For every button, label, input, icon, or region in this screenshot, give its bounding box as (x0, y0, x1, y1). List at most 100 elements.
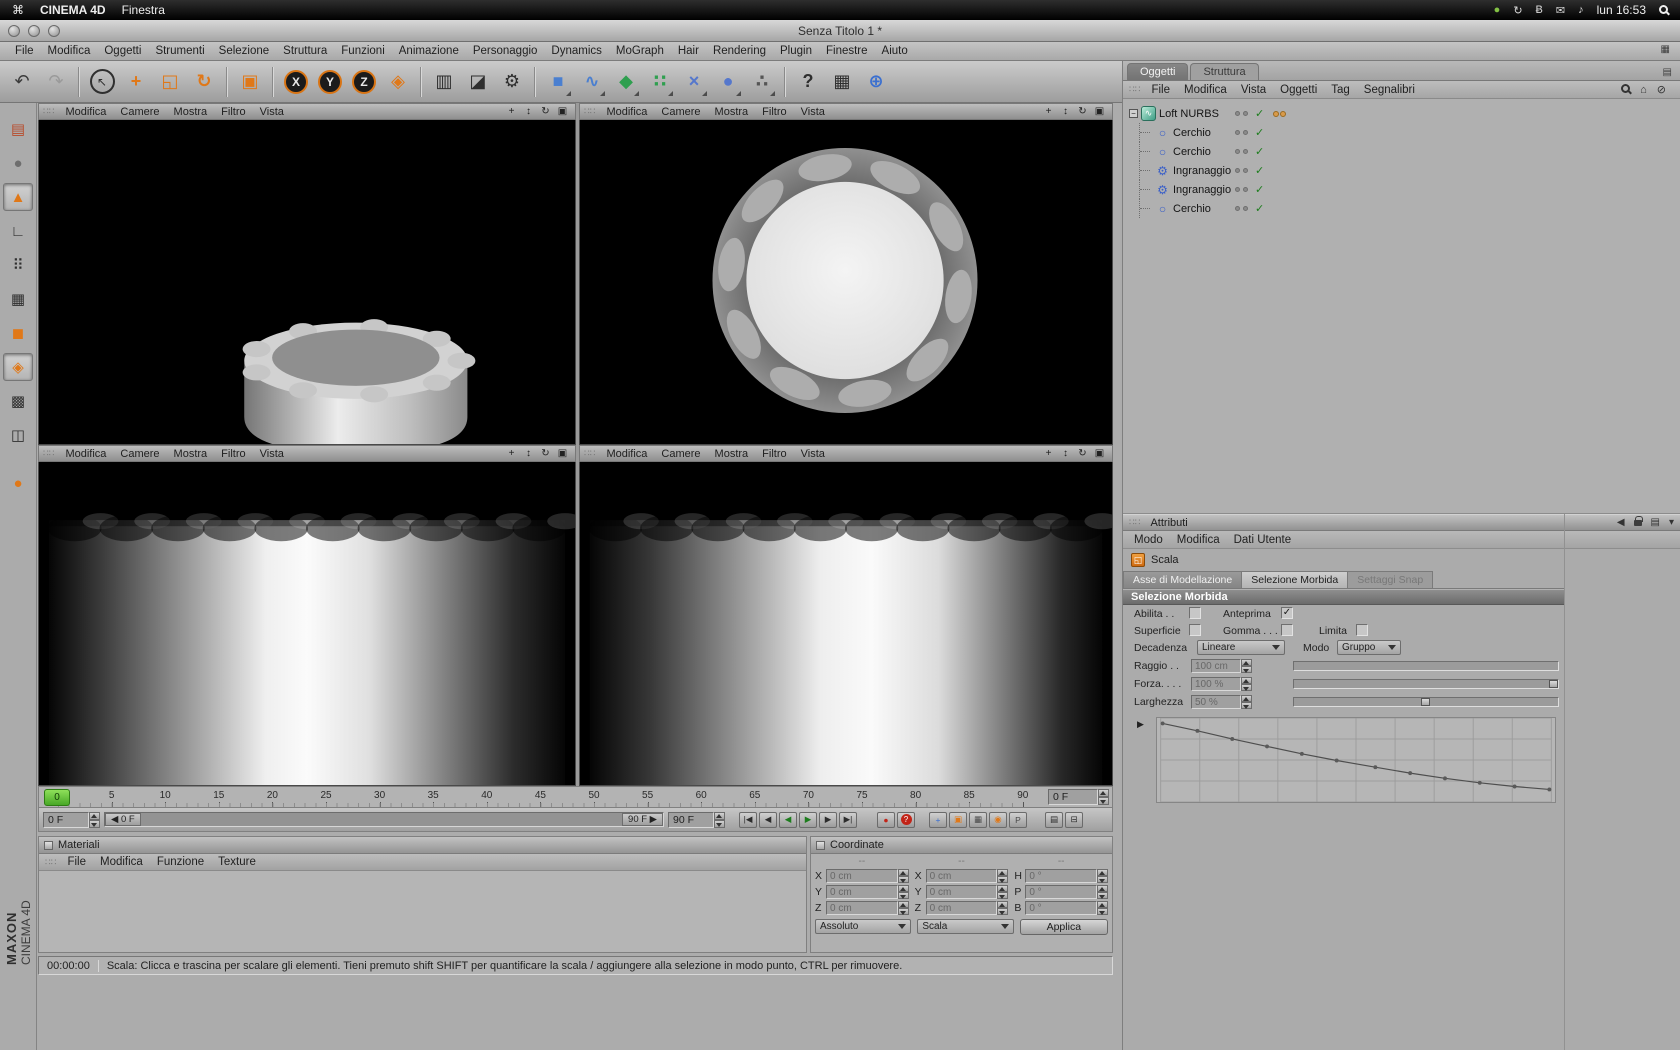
coord-mode-dropdown[interactable]: Assoluto (815, 919, 912, 934)
coord-field-2-b[interactable]: 0 ° (1025, 901, 1109, 915)
texture-axis-button[interactable]: ▩ (3, 387, 33, 415)
visibility-dots[interactable] (1235, 206, 1248, 211)
vp4-pan-view-icon[interactable]: + (1040, 448, 1057, 459)
tree-row-loft-nurbs-0[interactable]: − ∿ Loft NURBS ✓ (1123, 104, 1680, 123)
layout-toggle-icon[interactable]: ▦ (1661, 44, 1676, 55)
tool-tab-asse-di-modellazione[interactable]: Asse di Modellazione (1123, 571, 1243, 589)
appmenu-hair[interactable]: Hair (671, 44, 706, 58)
home-icon[interactable]: ⌂ (1640, 84, 1647, 96)
vp3-rotate-view-icon[interactable]: ↻ (537, 448, 554, 459)
vp2-maximize-view-icon[interactable]: ▣ (1091, 106, 1108, 117)
tree-row-cerchio-1[interactable]: ○ Cerchio ✓ (1123, 123, 1680, 142)
vp3-menu-mostra[interactable]: Mostra (167, 448, 215, 460)
appmenu-finestre[interactable]: Finestre (819, 44, 875, 58)
coord-field-1-y[interactable]: 0 cm (925, 885, 1009, 899)
forza-slider[interactable] (1293, 679, 1559, 689)
last-tool-button[interactable]: ▣ (234, 65, 266, 99)
visibility-dots[interactable] (1235, 111, 1248, 116)
current-frame-field[interactable]: 0 F (1048, 789, 1109, 805)
vp2-zoom-view-icon[interactable]: ↕ (1057, 106, 1074, 117)
vp1-menu-mostra[interactable]: Mostra (167, 106, 215, 118)
vp1-menu-camere[interactable]: Camere (113, 106, 166, 118)
tool-tab-selezione-morbida[interactable]: Selezione Morbida (1242, 571, 1349, 589)
next-key-button[interactable]: ▶ (819, 811, 837, 828)
appmenu-dynamics[interactable]: Dynamics (544, 44, 608, 58)
range-start-handle[interactable]: ◀ 0 F (105, 813, 141, 826)
slider-handle[interactable] (1549, 680, 1558, 688)
timeline-options-button[interactable]: ⊟ (1065, 811, 1083, 828)
vp2-menu-mostra[interactable]: Mostra (708, 106, 756, 118)
larghezza-slider[interactable] (1293, 697, 1559, 707)
vp1-pan-view-icon[interactable]: + (503, 106, 520, 117)
timeline-ruler[interactable]: 051015202530354045505560657075808590 0 0… (38, 786, 1113, 808)
vp2-menu-camere[interactable]: Camere (654, 106, 707, 118)
larghezza-field[interactable]: 50 % (1191, 695, 1252, 709)
appmenu-mograph[interactable]: MoGraph (609, 44, 671, 58)
materials-panel-icon[interactable] (44, 840, 53, 850)
vp2-menu-vista[interactable]: Vista (794, 106, 832, 118)
viewport-drag-handle[interactable] (584, 106, 595, 117)
prev-key-button[interactable]: ◀ (759, 811, 777, 828)
enable-check-icon[interactable]: ✓ (1255, 145, 1264, 158)
object-label[interactable]: Ingranaggio (1173, 184, 1231, 196)
record-position-toggle[interactable]: + (929, 811, 947, 828)
vp4-maximize-view-icon[interactable]: ▣ (1091, 448, 1108, 459)
viewport-drag-handle[interactable] (43, 448, 54, 459)
vp4-menu-filtro[interactable]: Filtro (755, 448, 793, 460)
om-menu-segnalibri[interactable]: Segnalibri (1357, 83, 1422, 97)
visibility-dots[interactable] (1235, 187, 1248, 192)
mail-icon[interactable]: ✉ (1556, 4, 1565, 17)
om-tab-oggetti[interactable]: Oggetti (1127, 63, 1189, 80)
history-back-icon[interactable]: ◀ (1617, 517, 1625, 528)
object-tree[interactable]: − ∿ Loft NURBS ✓ ○ Cerchio ✓ ○ Cerchio ✓ ⚙ Ingranag… (1123, 99, 1680, 514)
appmenu-personaggio[interactable]: Personaggio (466, 44, 545, 58)
object-label[interactable]: Cerchio (1173, 146, 1211, 158)
object-label[interactable]: Cerchio (1173, 127, 1211, 139)
add-scene-button[interactable]: ● (712, 65, 744, 99)
vp4-menu-mostra[interactable]: Mostra (708, 448, 756, 460)
redo-icon[interactable]: ↷ (40, 65, 72, 99)
start-frame-field[interactable]: 0 F (43, 811, 100, 828)
lock-y-button[interactable]: Y (314, 65, 346, 99)
visibility-dots[interactable] (1235, 149, 1248, 154)
coord-field-0-z[interactable]: 0 cm (826, 901, 909, 915)
om-panel-icon[interactable]: ▤ (1659, 67, 1676, 80)
lock-icon[interactable] (1633, 515, 1643, 529)
vp3-pan-view-icon[interactable]: + (503, 448, 520, 459)
vp1-maximize-view-icon[interactable]: ▣ (554, 106, 571, 117)
enable-check-icon[interactable]: ✓ (1255, 107, 1264, 120)
record-pla-toggle[interactable]: P (1009, 811, 1027, 828)
object-axis-button[interactable]: ∟ (3, 217, 33, 245)
attr-menu-modifica[interactable]: Modifica (1170, 533, 1227, 547)
apply-button[interactable]: Applica (1019, 919, 1108, 935)
appmenu-funzioni[interactable]: Funzioni (334, 44, 391, 58)
enable-check-icon[interactable]: ✓ (1255, 126, 1264, 139)
enable-check-icon[interactable]: ✓ (1255, 202, 1264, 215)
panel-menu-icon[interactable]: ▾ (1669, 517, 1674, 528)
vp3-menu-filtro[interactable]: Filtro (214, 448, 252, 460)
right-canvas[interactable] (579, 462, 1113, 786)
edge-mode-button[interactable]: ▦ (3, 285, 33, 313)
volume-icon[interactable]: ♪ (1578, 4, 1584, 17)
phong-tag-icon[interactable] (1273, 110, 1286, 117)
tree-row-cerchio-5[interactable]: ○ Cerchio ✓ (1123, 199, 1680, 218)
vp3-menu-vista[interactable]: Vista (253, 448, 291, 460)
tree-row-cerchio-2[interactable]: ○ Cerchio ✓ (1123, 142, 1680, 161)
record-rotation-toggle[interactable]: ▦ (969, 811, 987, 828)
chat-status-icon[interactable]: ● (1494, 4, 1501, 17)
vp3-zoom-view-icon[interactable]: ↕ (520, 448, 537, 459)
front-canvas[interactable] (38, 462, 576, 786)
vp1-menu-modifica[interactable]: Modifica (58, 106, 113, 118)
keyframe-selection-button[interactable]: ▤ (1045, 811, 1063, 828)
model-mode-button[interactable]: ● (3, 149, 33, 177)
slider-handle[interactable] (1421, 698, 1430, 706)
om-menu-vista[interactable]: Vista (1234, 83, 1273, 97)
appmenu-selezione[interactable]: Selezione (212, 44, 277, 58)
coordinate-system-button[interactable]: ◈ (382, 65, 414, 99)
falloff-curve[interactable] (1156, 717, 1556, 803)
mac-app-name[interactable]: CINEMA 4D (40, 3, 106, 17)
vp1-rotate-view-icon[interactable]: ↻ (537, 106, 554, 117)
attr-menu-dati-utente[interactable]: Dati Utente (1227, 533, 1299, 547)
add-array-button[interactable]: ∷ (644, 65, 676, 99)
forza-field[interactable]: 100 % (1191, 677, 1252, 691)
